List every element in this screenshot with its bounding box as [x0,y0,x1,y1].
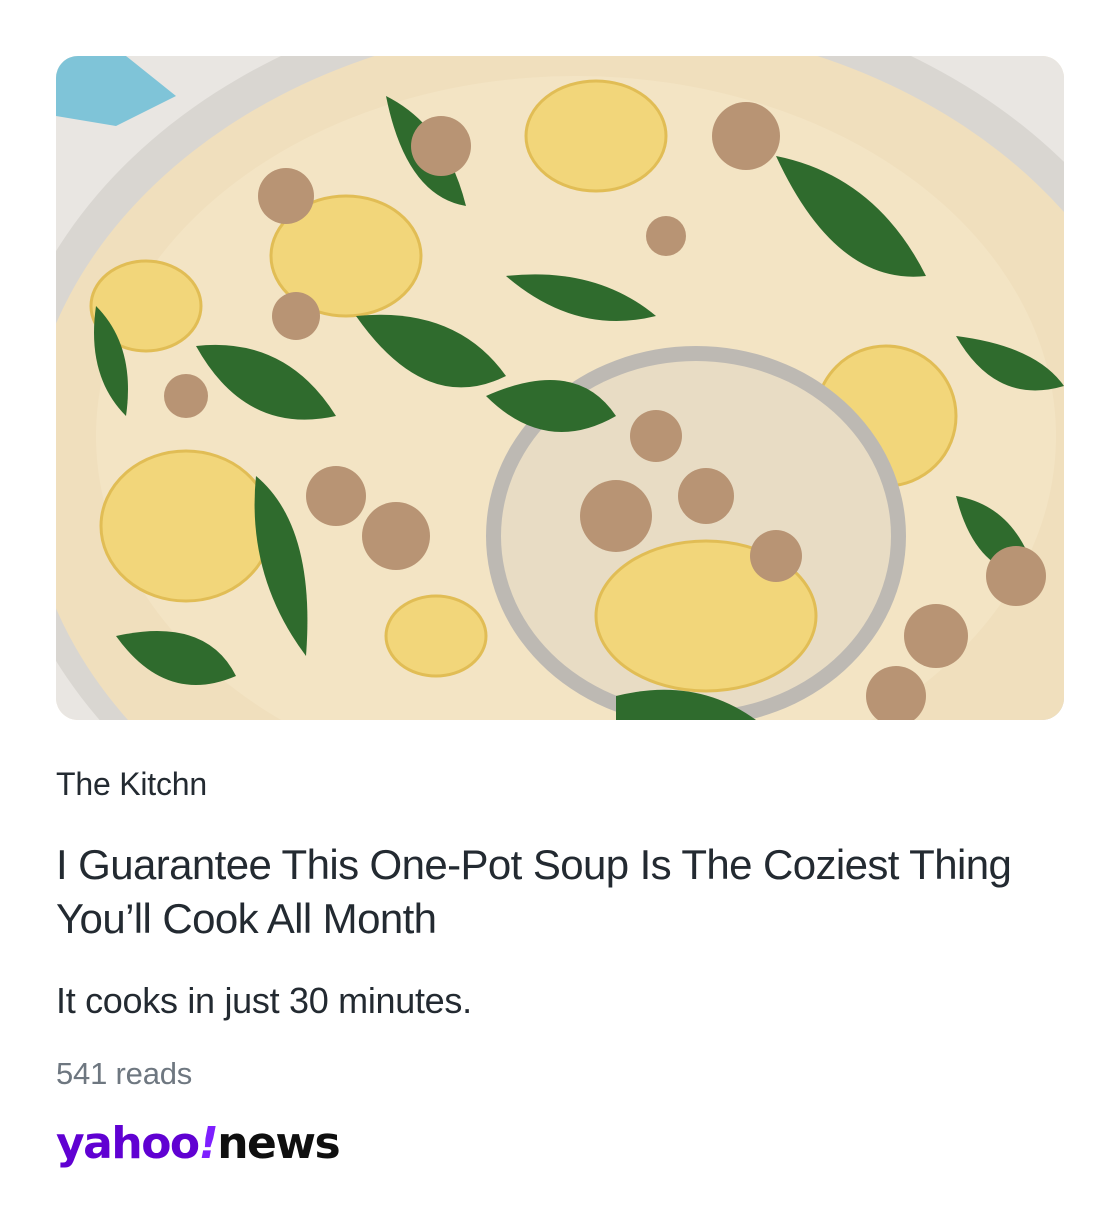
article-title[interactable]: I Guarantee This One-Pot Soup Is The Coz… [56,838,1056,946]
article-card[interactable]: The Kitchn I Guarantee This One-Pot Soup… [0,0,1120,1230]
logo-exclamation: ! [198,1118,219,1169]
article-image[interactable] [56,56,1064,720]
logo-yahoo-text: yahoo [56,1118,200,1169]
article-summary: It cooks in just 30 minutes. [56,980,472,1021]
logo-news-text: news [217,1118,341,1169]
read-count: 541 reads [56,1056,193,1091]
article-source[interactable]: The Kitchn [56,766,207,803]
yahoo-news-logo[interactable]: yahoo! news [56,1118,341,1180]
